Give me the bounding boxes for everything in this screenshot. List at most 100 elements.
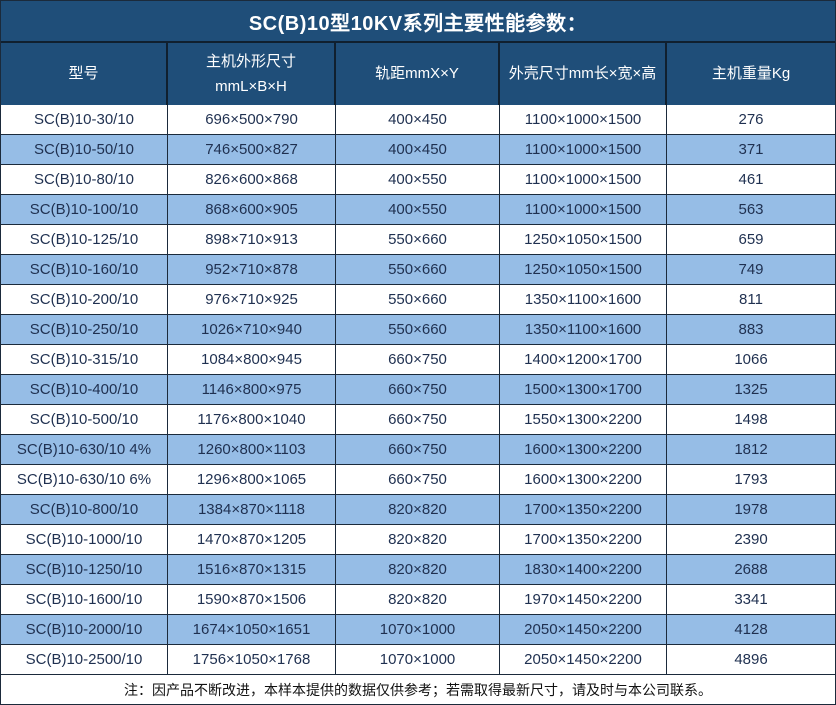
cell-weight: 1978 <box>667 495 835 525</box>
table-row: SC(B)10-500/10 1176×800×1040 660×750 155… <box>1 405 835 435</box>
cell-model: SC(B)10-2000/10 <box>1 615 168 645</box>
table-row: SC(B)10-800/10 1384×870×1118 820×820 170… <box>1 495 835 525</box>
cell-dimensions: 898×710×913 <box>168 225 336 255</box>
cell-gauge: 1070×1000 <box>336 615 500 645</box>
cell-dimensions: 1176×800×1040 <box>168 405 336 435</box>
cell-gauge: 660×750 <box>336 405 500 435</box>
table-row: SC(B)10-50/10 746×500×827 400×450 1100×1… <box>1 135 835 165</box>
cell-dimensions: 976×710×925 <box>168 285 336 315</box>
cell-shell: 1830×1400×2200 <box>500 555 667 585</box>
header-gauge-label: 轨距mmX×Y <box>375 61 459 87</box>
header-cell-shell: 外壳尺寸mm长×宽×高 <box>500 43 667 105</box>
table-note: 注：因产品不断改进，本样本提供的数据仅供参考；若需取得最新尺寸，请及时与本公司联… <box>1 675 835 704</box>
cell-model: SC(B)10-315/10 <box>1 345 168 375</box>
cell-weight: 1325 <box>667 375 835 405</box>
cell-dimensions: 1674×1050×1651 <box>168 615 336 645</box>
cell-gauge: 820×820 <box>336 555 500 585</box>
cell-shell: 2050×1450×2200 <box>500 645 667 675</box>
cell-gauge: 1070×1000 <box>336 645 500 675</box>
table-row: SC(B)10-630/10 6% 1296×800×1065 660×750 … <box>1 465 835 495</box>
cell-dimensions: 952×710×878 <box>168 255 336 285</box>
table-row: SC(B)10-1000/10 1470×870×1205 820×820 17… <box>1 525 835 555</box>
cell-shell: 1350×1100×1600 <box>500 315 667 345</box>
table-row: SC(B)10-1600/10 1590×870×1506 820×820 19… <box>1 585 835 615</box>
cell-model: SC(B)10-50/10 <box>1 135 168 165</box>
header-cell-dimensions: 主机外形尺寸 mmL×B×H <box>168 43 336 105</box>
cell-model: SC(B)10-800/10 <box>1 495 168 525</box>
cell-shell: 1100×1000×1500 <box>500 135 667 165</box>
cell-gauge: 400×550 <box>336 195 500 225</box>
cell-model: SC(B)10-80/10 <box>1 165 168 195</box>
header-dimensions-label-line2: mmL×B×H <box>215 74 287 100</box>
cell-gauge: 660×750 <box>336 345 500 375</box>
cell-shell: 1600×1300×2200 <box>500 435 667 465</box>
table-row: SC(B)10-2500/10 1756×1050×1768 1070×1000… <box>1 645 835 675</box>
table-row: SC(B)10-160/10 952×710×878 550×660 1250×… <box>1 255 835 285</box>
cell-shell: 1250×1050×1500 <box>500 225 667 255</box>
cell-gauge: 820×820 <box>336 585 500 615</box>
cell-shell: 1500×1300×1700 <box>500 375 667 405</box>
cell-gauge: 550×660 <box>336 285 500 315</box>
cell-model: SC(B)10-250/10 <box>1 315 168 345</box>
cell-model: SC(B)10-2500/10 <box>1 645 168 675</box>
table-row: SC(B)10-250/10 1026×710×940 550×660 1350… <box>1 315 835 345</box>
header-model-label: 型号 <box>68 61 98 87</box>
cell-model: SC(B)10-630/10 6% <box>1 465 168 495</box>
table-row: SC(B)10-30/10 696×500×790 400×450 1100×1… <box>1 105 835 135</box>
cell-shell: 1100×1000×1500 <box>500 105 667 135</box>
cell-gauge: 660×750 <box>336 465 500 495</box>
cell-dimensions: 1590×870×1506 <box>168 585 336 615</box>
cell-gauge: 660×750 <box>336 375 500 405</box>
cell-model: SC(B)10-125/10 <box>1 225 168 255</box>
cell-model: SC(B)10-1600/10 <box>1 585 168 615</box>
cell-weight: 4128 <box>667 615 835 645</box>
cell-weight: 2688 <box>667 555 835 585</box>
cell-shell: 1100×1000×1500 <box>500 165 667 195</box>
table-row: SC(B)10-1250/10 1516×870×1315 820×820 18… <box>1 555 835 585</box>
cell-weight: 659 <box>667 225 835 255</box>
cell-gauge: 820×820 <box>336 495 500 525</box>
cell-shell: 1350×1100×1600 <box>500 285 667 315</box>
cell-shell: 1400×1200×1700 <box>500 345 667 375</box>
cell-weight: 3341 <box>667 585 835 615</box>
cell-model: SC(B)10-500/10 <box>1 405 168 435</box>
cell-dimensions: 826×600×868 <box>168 165 336 195</box>
cell-weight: 1066 <box>667 345 835 375</box>
header-weight-label: 主机重量Kg <box>712 61 790 87</box>
table-row: SC(B)10-315/10 1084×800×945 660×750 1400… <box>1 345 835 375</box>
cell-gauge: 400×450 <box>336 105 500 135</box>
cell-weight: 4896 <box>667 645 835 675</box>
table-row: SC(B)10-2000/10 1674×1050×1651 1070×1000… <box>1 615 835 645</box>
cell-weight: 563 <box>667 195 835 225</box>
cell-shell: 1970×1450×2200 <box>500 585 667 615</box>
cell-model: SC(B)10-630/10 4% <box>1 435 168 465</box>
cell-weight: 461 <box>667 165 835 195</box>
spec-table: SC(B)10型10KV系列主要性能参数： 型号 主机外形尺寸 mmL×B×H … <box>0 0 836 705</box>
table-row: SC(B)10-630/10 4% 1260×800×1103 660×750 … <box>1 435 835 465</box>
cell-dimensions: 1470×870×1205 <box>168 525 336 555</box>
cell-weight: 749 <box>667 255 835 285</box>
cell-model: SC(B)10-160/10 <box>1 255 168 285</box>
cell-gauge: 550×660 <box>336 225 500 255</box>
cell-model: SC(B)10-100/10 <box>1 195 168 225</box>
cell-weight: 1812 <box>667 435 835 465</box>
cell-gauge: 550×660 <box>336 315 500 345</box>
header-dimensions-label-line1: 主机外形尺寸 <box>206 49 296 75</box>
cell-dimensions: 696×500×790 <box>168 105 336 135</box>
header-cell-model: 型号 <box>1 43 168 105</box>
cell-shell: 1250×1050×1500 <box>500 255 667 285</box>
cell-dimensions: 1026×710×940 <box>168 315 336 345</box>
cell-weight: 276 <box>667 105 835 135</box>
cell-weight: 2390 <box>667 525 835 555</box>
table-title: SC(B)10型10KV系列主要性能参数： <box>1 1 835 43</box>
cell-dimensions: 746×500×827 <box>168 135 336 165</box>
table-row: SC(B)10-400/10 1146×800×975 660×750 1500… <box>1 375 835 405</box>
cell-shell: 1550×1300×2200 <box>500 405 667 435</box>
cell-shell: 1600×1300×2200 <box>500 465 667 495</box>
cell-dimensions: 1260×800×1103 <box>168 435 336 465</box>
cell-dimensions: 1756×1050×1768 <box>168 645 336 675</box>
header-cell-gauge: 轨距mmX×Y <box>336 43 500 105</box>
cell-shell: 1700×1350×2200 <box>500 525 667 555</box>
table-row: SC(B)10-125/10 898×710×913 550×660 1250×… <box>1 225 835 255</box>
table-row: SC(B)10-200/10 976×710×925 550×660 1350×… <box>1 285 835 315</box>
